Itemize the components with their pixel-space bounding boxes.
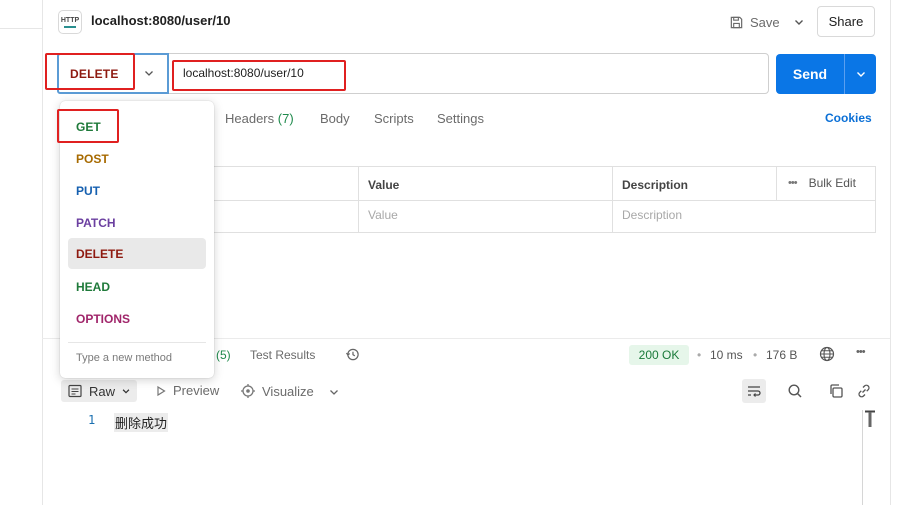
menu-item-post[interactable]: POST — [68, 143, 206, 174]
menu-item-patch[interactable]: PATCH — [68, 207, 206, 238]
response-tab-count[interactable]: (5) — [216, 348, 231, 362]
column-header-value: Value — [368, 178, 400, 192]
wrap-lines-icon[interactable] — [742, 379, 766, 403]
menu-item-delete[interactable]: DELETE — [68, 238, 206, 269]
preview-label: Preview — [173, 383, 220, 398]
send-button[interactable]: Send — [776, 54, 876, 94]
visualize-button[interactable]: Visualize — [240, 383, 314, 399]
chevron-down-icon[interactable] — [326, 384, 342, 400]
send-label: Send — [792, 66, 828, 82]
save-label: Save — [750, 14, 780, 30]
send-options-chevron-icon[interactable] — [845, 54, 876, 94]
globe-icon[interactable] — [819, 346, 835, 362]
column-header-description: Description — [622, 178, 689, 192]
annotation-highlight-method — [45, 53, 135, 90]
tab-settings[interactable]: Settings — [437, 111, 484, 126]
history-icon[interactable] — [344, 346, 360, 362]
menu-item-put[interactable]: PUT — [68, 175, 206, 206]
params-table: Value Description ••• Bulk Edit Value De… — [205, 166, 876, 233]
chevron-down-icon — [145, 71, 153, 76]
copy-icon[interactable] — [828, 383, 844, 399]
tab-body[interactable]: Body — [320, 111, 350, 126]
view-mode-select[interactable]: Raw — [61, 380, 137, 402]
more-options-icon[interactable]: ••• — [856, 346, 866, 358]
view-mode-label: Raw — [89, 383, 116, 399]
tab-headers-label: Headers — [225, 111, 275, 126]
right-panel-divider — [890, 0, 891, 505]
more-dots-icon: ••• — [788, 177, 798, 189]
tab-headers-count: (7) — [277, 111, 294, 126]
save-icon — [728, 14, 744, 30]
chevron-down-icon — [122, 389, 130, 394]
response-time[interactable]: 10 ms — [710, 348, 743, 362]
link-icon[interactable] — [856, 383, 872, 399]
description-input[interactable]: Description — [622, 208, 682, 222]
separator-dot: • — [753, 348, 758, 362]
raw-text-icon — [67, 383, 83, 399]
menu-item-options[interactable]: OPTIONS — [68, 303, 206, 334]
save-button[interactable]: Save — [728, 10, 780, 34]
tab-headers[interactable]: Headers (7) — [225, 111, 294, 126]
cookies-link[interactable]: Cookies — [825, 111, 872, 125]
visualize-label: Visualize — [262, 383, 314, 399]
annotation-highlight-url — [172, 60, 346, 91]
line-number: 1 — [88, 413, 96, 427]
visualize-icon — [241, 384, 255, 398]
new-method-input[interactable]: Type a new method — [76, 352, 172, 364]
play-icon — [157, 385, 166, 396]
http-request-icon: HTTP — [58, 10, 82, 34]
request-title[interactable]: localhost:8080/user/10 — [91, 13, 230, 28]
response-size[interactable]: 176 B — [766, 348, 797, 362]
annotation-highlight-get — [57, 109, 119, 143]
status-badge[interactable]: 200 OK — [629, 345, 689, 365]
menu-item-head[interactable]: HEAD — [68, 271, 206, 302]
preview-button[interactable]: Preview — [155, 383, 219, 398]
text-cursor-icon — [864, 410, 876, 428]
save-options-chevron-icon[interactable] — [788, 10, 810, 34]
tab-scripts[interactable]: Scripts — [374, 111, 414, 126]
separator-dot: • — [697, 348, 702, 362]
share-button[interactable]: Share — [817, 6, 875, 37]
left-sidebar-edge — [0, 0, 43, 505]
tab-test-results[interactable]: Test Results — [250, 348, 315, 362]
search-icon[interactable] — [787, 383, 803, 399]
response-body-text[interactable]: 删除成功 — [114, 413, 169, 432]
bulk-edit-label: Bulk Edit — [808, 176, 856, 190]
scrollbar-track[interactable] — [862, 410, 863, 505]
bulk-edit-button[interactable]: ••• Bulk Edit — [788, 176, 856, 190]
value-input[interactable]: Value — [368, 208, 398, 222]
